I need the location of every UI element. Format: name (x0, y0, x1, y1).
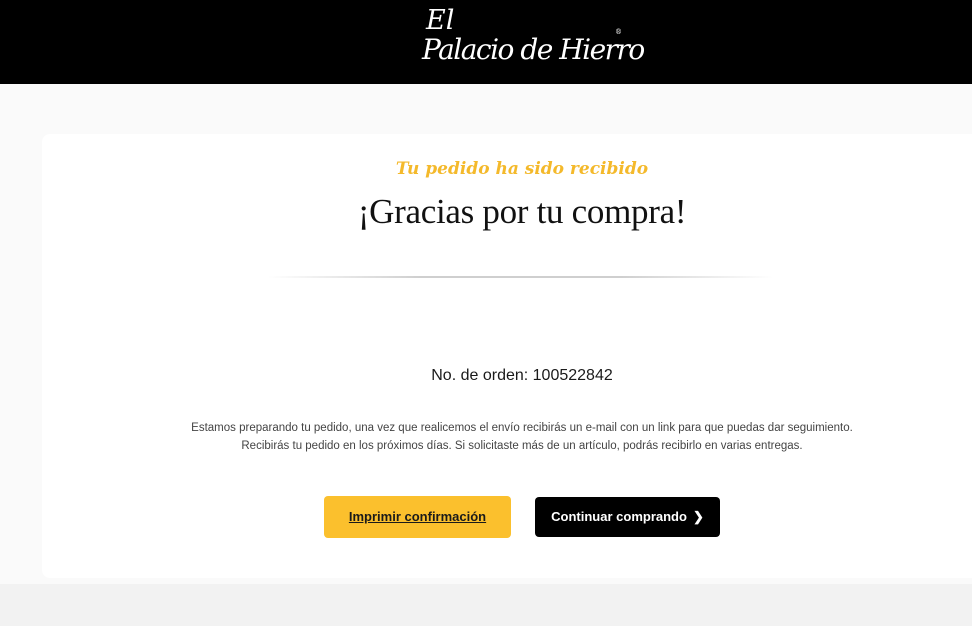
order-received-subtitle: Tu pedido ha sido recibido (395, 159, 649, 179)
chevron-right-icon: ❯ (692, 509, 704, 524)
order-number: No. de orden: 100522842 (431, 367, 613, 384)
logo-registered-mark: ® (615, 28, 622, 36)
site-header: El Palacio de Hierro ® (0, 0, 972, 84)
shipping-message-line-1: Estamos preparando tu pedido, una vez qu… (191, 422, 853, 434)
divider (268, 276, 773, 278)
thank-you-title: ¡Gracias por tu compra! (357, 192, 687, 231)
footer-band (0, 584, 972, 626)
shipping-message-line-2: Recibirás tu pedido en los próximos días… (241, 440, 803, 452)
logo-name: Palacio de Hierro (422, 33, 645, 66)
continue-shopping-label: Continuar comprando (551, 509, 687, 524)
print-confirmation-label: Imprimir confirmación (348, 509, 487, 524)
continue-shopping-button[interactable]: Continuar comprando ❯ (535, 497, 720, 537)
brand-logo[interactable]: El Palacio de Hierro ® (422, 5, 645, 72)
logo-el: El (426, 5, 455, 36)
print-confirmation-button[interactable]: Imprimir confirmación (324, 496, 511, 538)
